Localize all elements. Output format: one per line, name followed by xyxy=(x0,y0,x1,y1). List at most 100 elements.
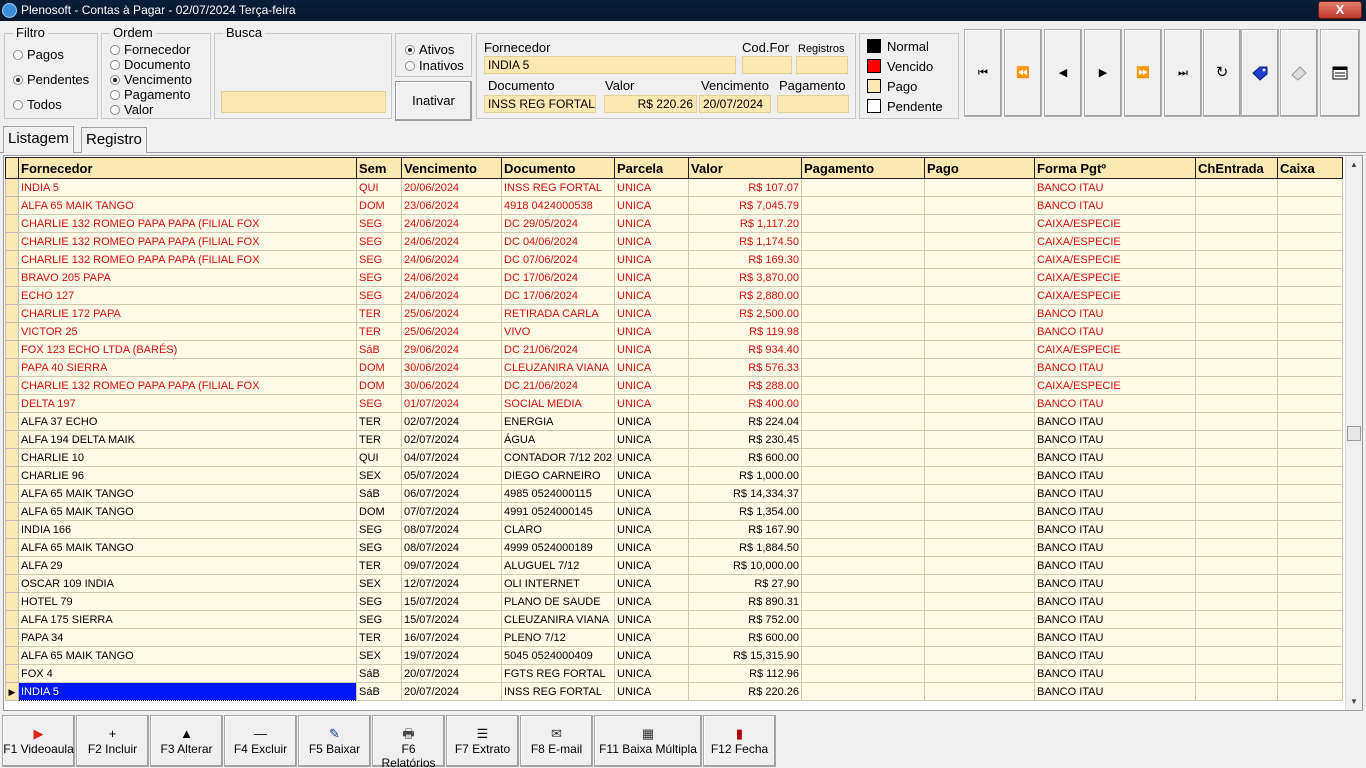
cell-parcela[interactable]: UNICA xyxy=(614,682,690,701)
cell-vencimento[interactable]: 19/07/2024 xyxy=(401,646,502,665)
cell-caixa[interactable] xyxy=(1277,340,1344,359)
cell-forma-pgto[interactable]: BANCO ITAU xyxy=(1034,304,1197,323)
row-indicator[interactable] xyxy=(5,520,19,539)
cell-vencimento[interactable]: 25/06/2024 xyxy=(401,322,502,341)
cell-parcela[interactable]: UNICA xyxy=(614,340,690,359)
valor-field[interactable]: R$ 220.26 xyxy=(604,95,697,113)
cell-fornecedor[interactable]: ALFA 65 MAIK TANGO xyxy=(18,502,357,521)
cell-pagamento[interactable] xyxy=(801,610,926,629)
cell-pagamento[interactable] xyxy=(801,250,926,269)
cell-forma-pgto[interactable]: BANCO ITAU xyxy=(1034,646,1197,665)
cell-valor[interactable]: R$ 10,000.00 xyxy=(688,556,803,575)
cell-chentrada[interactable] xyxy=(1195,628,1279,647)
cell-vencimento[interactable]: 20/06/2024 xyxy=(401,178,502,197)
cell-pagamento[interactable] xyxy=(801,268,926,287)
cell-vencimento[interactable]: 20/07/2024 xyxy=(401,682,502,701)
table-row[interactable]: ECHO 127 SEG 24/06/2024 DC 17/06/2024 UNICA R… xyxy=(5,286,1344,305)
cell-sem[interactable]: TER xyxy=(356,412,402,431)
row-indicator[interactable] xyxy=(5,376,19,395)
table-row[interactable]: CHARLIE 132 ROMEO PAPA PAPA (FILIAL FOX S… xyxy=(5,214,1344,233)
cell-sem[interactable]: SEG xyxy=(356,286,402,305)
cell-fornecedor[interactable]: VICTOR 25 xyxy=(18,322,357,341)
cell-pago[interactable] xyxy=(924,628,1036,647)
cell-pago[interactable] xyxy=(924,448,1036,467)
cell-parcela[interactable]: UNICA xyxy=(614,232,690,251)
row-indicator[interactable] xyxy=(5,610,19,629)
cell-pago[interactable] xyxy=(924,178,1036,197)
cell-parcela[interactable]: UNICA xyxy=(614,646,690,665)
cell-vencimento[interactable]: 24/06/2024 xyxy=(401,214,502,233)
cell-documento[interactable]: ÁGUA xyxy=(500,430,616,449)
nav-first-button[interactable]: ⏮ xyxy=(964,29,1002,117)
cell-caixa[interactable] xyxy=(1277,394,1344,413)
order-pagamento-radio[interactable]: Pagamento xyxy=(110,88,191,102)
cell-valor[interactable]: R$ 220.26 xyxy=(688,682,803,701)
order-valor-radio[interactable]: Valor xyxy=(110,103,153,117)
cell-documento[interactable]: CLARO xyxy=(500,520,616,539)
cell-pagamento[interactable] xyxy=(801,322,926,341)
cell-fornecedor[interactable]: FOX 4 xyxy=(18,664,357,683)
col-forma-pgto[interactable]: Forma Pgtº xyxy=(1034,157,1197,179)
cell-caixa[interactable] xyxy=(1277,520,1344,539)
cell-pagamento[interactable] xyxy=(801,412,926,431)
cell-pago[interactable] xyxy=(924,646,1036,665)
cell-pagamento[interactable] xyxy=(801,682,926,701)
cell-valor[interactable]: R$ 1,174.50 xyxy=(688,232,803,251)
inativar-button[interactable]: Inativar xyxy=(395,81,472,121)
cell-pago[interactable] xyxy=(924,268,1036,287)
cell-pagamento[interactable] xyxy=(801,664,926,683)
row-indicator[interactable] xyxy=(5,466,19,485)
cell-parcela[interactable]: UNICA xyxy=(614,538,690,557)
cell-valor[interactable]: R$ 576.33 xyxy=(688,358,803,377)
cell-forma-pgto[interactable]: BANCO ITAU xyxy=(1034,520,1197,539)
cell-sem[interactable]: DOM xyxy=(356,502,402,521)
cell-forma-pgto[interactable]: BANCO ITAU xyxy=(1034,448,1197,467)
cell-chentrada[interactable] xyxy=(1195,574,1279,593)
cell-parcela[interactable]: UNICA xyxy=(614,286,690,305)
cell-fornecedor[interactable]: PAPA 34 xyxy=(18,628,357,647)
cell-fornecedor[interactable]: PAPA 40 SIERRA xyxy=(18,358,357,377)
cell-pagamento[interactable] xyxy=(801,376,926,395)
cell-parcela[interactable]: UNICA xyxy=(614,178,690,197)
cell-pagamento[interactable] xyxy=(801,430,926,449)
cell-vencimento[interactable]: 15/07/2024 xyxy=(401,592,502,611)
cell-caixa[interactable] xyxy=(1277,214,1344,233)
accounts-grid[interactable]: Fornecedor Sem Vencimento Documento Parc… xyxy=(3,155,1363,711)
table-row[interactable]: ALFA 65 MAIK TANGO DOM 23/06/2024 4918 0424… xyxy=(5,196,1344,215)
cell-pago[interactable] xyxy=(924,340,1036,359)
filter-todos-radio[interactable]: Todos xyxy=(13,98,62,112)
cell-pagamento[interactable] xyxy=(801,286,926,305)
cell-fornecedor[interactable]: ALFA 65 MAIK TANGO xyxy=(18,538,357,557)
col-pago[interactable]: Pago xyxy=(924,157,1036,179)
cell-pago[interactable] xyxy=(924,322,1036,341)
cell-chentrada[interactable] xyxy=(1195,214,1279,233)
row-indicator[interactable] xyxy=(5,592,19,611)
cell-documento[interactable]: CLEUZANIRA VIANA xyxy=(500,610,616,629)
row-indicator[interactable] xyxy=(5,304,19,323)
cell-documento[interactable]: OLI INTERNET xyxy=(500,574,616,593)
cell-pago[interactable] xyxy=(924,664,1036,683)
cell-documento[interactable]: VIVO xyxy=(500,322,616,341)
cell-valor[interactable]: R$ 934.40 xyxy=(688,340,803,359)
cell-parcela[interactable]: UNICA xyxy=(614,394,690,413)
cell-vencimento[interactable]: 08/07/2024 xyxy=(401,538,502,557)
cell-fornecedor[interactable]: ECHO 127 xyxy=(18,286,357,305)
table-row[interactable]: BRAVO 205 PAPA SEG 24/06/2024 DC 17/06/2024… xyxy=(5,268,1344,287)
cell-vencimento[interactable]: 04/07/2024 xyxy=(401,448,502,467)
cell-sem[interactable]: SáB xyxy=(356,484,402,503)
cell-parcela[interactable]: UNICA xyxy=(614,592,690,611)
cell-sem[interactable]: SEG xyxy=(356,232,402,251)
cell-caixa[interactable] xyxy=(1277,502,1344,521)
cell-pagamento[interactable] xyxy=(801,628,926,647)
cell-pagamento[interactable] xyxy=(801,484,926,503)
table-row[interactable]: PAPA 34 TER 16/07/2024 PLENO 7/12 UNICA R$ 60… xyxy=(5,628,1344,647)
cell-parcela[interactable]: UNICA xyxy=(614,628,690,647)
cell-fornecedor[interactable]: ALFA 65 MAIK TANGO xyxy=(18,484,357,503)
cell-pago[interactable] xyxy=(924,466,1036,485)
col-fornecedor[interactable]: Fornecedor xyxy=(18,157,357,179)
row-indicator[interactable] xyxy=(5,484,19,503)
cell-caixa[interactable] xyxy=(1277,538,1344,557)
cell-caixa[interactable] xyxy=(1277,592,1344,611)
table-row[interactable]: VICTOR 25 TER 25/06/2024 VIVO UNICA R$ 119.98… xyxy=(5,322,1344,341)
nav-goto-button[interactable] xyxy=(1280,29,1318,117)
